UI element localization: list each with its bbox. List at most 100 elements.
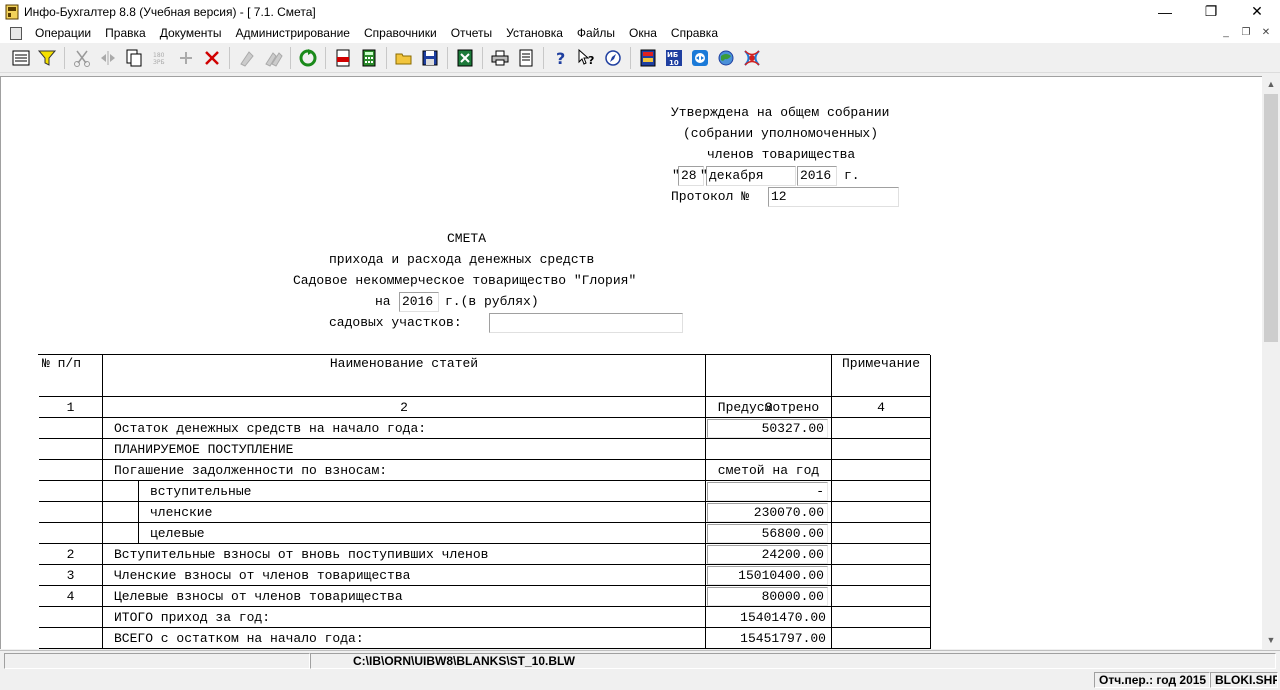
menu-windows[interactable]: Окна: [622, 23, 664, 43]
scroll-up-arrow-icon[interactable]: ▲: [1262, 76, 1280, 93]
help-icon[interactable]: ?: [548, 46, 574, 70]
row-item-name: Вступительные взносы от вновь поступивши…: [103, 544, 706, 564]
calculator-icon[interactable]: [356, 46, 382, 70]
row-note-cell[interactable]: [832, 607, 931, 627]
context-help-icon[interactable]: ?: [574, 46, 600, 70]
mdi-close-button[interactable]: ✕: [1256, 25, 1276, 41]
maximize-button[interactable]: ❐: [1188, 0, 1234, 23]
add-icon[interactable]: [173, 46, 199, 70]
menu-documents[interactable]: Документы: [153, 23, 229, 43]
row-note-cell[interactable]: [832, 481, 931, 501]
planned-amount-field[interactable]: 56800.00: [707, 524, 828, 543]
mdi-minimize-button[interactable]: _: [1216, 25, 1236, 41]
refresh-icon[interactable]: [295, 46, 321, 70]
mark-icon[interactable]: [234, 46, 260, 70]
ib10-icon[interactable]: ИБ 10: [661, 46, 687, 70]
row-note-cell[interactable]: [832, 565, 931, 585]
mdi-restore-button[interactable]: ❐: [1236, 25, 1256, 41]
toolbar: 180 ЗРБ ? ? ИБ 10: [0, 43, 1280, 73]
toolbar-separator: [290, 46, 291, 69]
svg-text:10: 10: [669, 59, 679, 67]
cut-icon[interactable]: [69, 46, 95, 70]
row-note-cell[interactable]: [832, 586, 931, 606]
row-item-name: Погашение задолженности по взносам:: [103, 460, 706, 480]
table-row: Остаток денежных средств на начало года:…: [39, 418, 931, 439]
copy-doc-icon[interactable]: [121, 46, 147, 70]
row-note-cell[interactable]: [832, 628, 931, 648]
plots-count-field[interactable]: [489, 313, 683, 333]
scroll-down-arrow-icon[interactable]: ▼: [1262, 632, 1280, 649]
sub-item-divider: [138, 523, 139, 543]
estimate-year-field[interactable]: 2016: [399, 292, 439, 312]
planned-amount-field[interactable]: 15010400.00: [707, 566, 828, 585]
menu-references[interactable]: Справочники: [357, 23, 444, 43]
document-menu-icon[interactable]: [10, 26, 22, 40]
row-note-cell[interactable]: [832, 502, 931, 522]
menu-files[interactable]: Файлы: [570, 23, 622, 43]
network-icon[interactable]: [739, 46, 765, 70]
planned-amount-field[interactable]: 24200.00: [707, 545, 828, 564]
teamviewer-icon[interactable]: [687, 46, 713, 70]
menu-edit[interactable]: Правка: [98, 23, 153, 43]
row-note-cell[interactable]: [832, 418, 931, 438]
row-planned-cell: 15451797.00: [706, 628, 832, 648]
row-note-cell[interactable]: [832, 439, 931, 459]
vertical-scrollbar[interactable]: ▲ ▼: [1262, 76, 1280, 649]
menu-reports[interactable]: Отчеты: [444, 23, 499, 43]
row-planned-cell: -: [706, 481, 832, 501]
svg-text:?: ?: [588, 54, 594, 67]
planned-amount-field[interactable]: -: [707, 482, 828, 501]
status-shape-file: BLOKI.SHP: [1210, 672, 1278, 688]
report-icon[interactable]: [8, 46, 34, 70]
table-row: ВСЕГО с остатком на начало года: 15451797…: [39, 628, 931, 649]
approval-year-field[interactable]: 2016: [797, 166, 837, 186]
toolbar-separator: [630, 46, 631, 69]
row-note-cell[interactable]: [832, 460, 931, 480]
planned-amount-field[interactable]: 50327.00: [707, 419, 828, 438]
document-viewport[interactable]: Утверждена на общем собрании (собрании у…: [0, 76, 1262, 649]
menu-help[interactable]: Справка: [664, 23, 725, 43]
delete-icon[interactable]: [199, 46, 225, 70]
status-bar: C:\IB\ORN\UIBW8\BLANKS\ST_10.BLW: [0, 650, 1280, 670]
menu-administration[interactable]: Администрирование: [229, 23, 357, 43]
planned-amount-field[interactable]: 230070.00: [707, 503, 828, 522]
table-row: вступительные -: [39, 481, 931, 502]
minimize-button[interactable]: —: [1142, 0, 1188, 23]
toolbar-separator: [325, 46, 326, 69]
row-item-label: ИТОГО приход за год:: [114, 610, 271, 625]
excel-icon[interactable]: [452, 46, 478, 70]
row-item-name: Целевые взносы от членов товарищества: [103, 586, 706, 606]
row-number: [39, 460, 103, 480]
row-number: [39, 628, 103, 648]
app-icon: [5, 4, 19, 19]
row-note-cell[interactable]: [832, 544, 931, 564]
compass-icon[interactable]: [600, 46, 626, 70]
rotate-180-icon[interactable]: 180 ЗРБ: [147, 46, 173, 70]
scrollbar-thumb[interactable]: [1264, 94, 1278, 342]
year-suffix-label: г.: [844, 168, 860, 183]
row-note-cell[interactable]: [832, 523, 931, 543]
row-number: 2: [39, 544, 103, 564]
book-icon[interactable]: [635, 46, 661, 70]
row-planned-cell: 50327.00: [706, 418, 832, 438]
open-folder-icon[interactable]: [391, 46, 417, 70]
menu-setup[interactable]: Установка: [499, 23, 570, 43]
close-button[interactable]: ✕: [1234, 0, 1280, 23]
svg-text:180: 180: [153, 52, 165, 59]
save-icon[interactable]: [417, 46, 443, 70]
column-numbers-row: 1 2 3 4: [39, 397, 931, 418]
print-preview-icon[interactable]: [513, 46, 539, 70]
filter-icon[interactable]: [34, 46, 60, 70]
split-icon[interactable]: [95, 46, 121, 70]
mark-all-icon[interactable]: [260, 46, 286, 70]
row-planned-cell: 56800.00: [706, 523, 832, 543]
row-item-name: ПЛАНИРУЕМОЕ ПОСТУПЛЕНИЕ: [103, 439, 706, 459]
pdf-export-icon[interactable]: [330, 46, 356, 70]
approval-month-field[interactable]: декабря: [706, 166, 796, 186]
svg-text:ИБ: ИБ: [667, 51, 678, 59]
planned-amount-field[interactable]: 80000.00: [707, 587, 828, 606]
web-icon[interactable]: [713, 46, 739, 70]
menu-operations[interactable]: Операции: [28, 23, 98, 43]
print-icon[interactable]: [487, 46, 513, 70]
protocol-number-field[interactable]: 12: [768, 187, 899, 207]
